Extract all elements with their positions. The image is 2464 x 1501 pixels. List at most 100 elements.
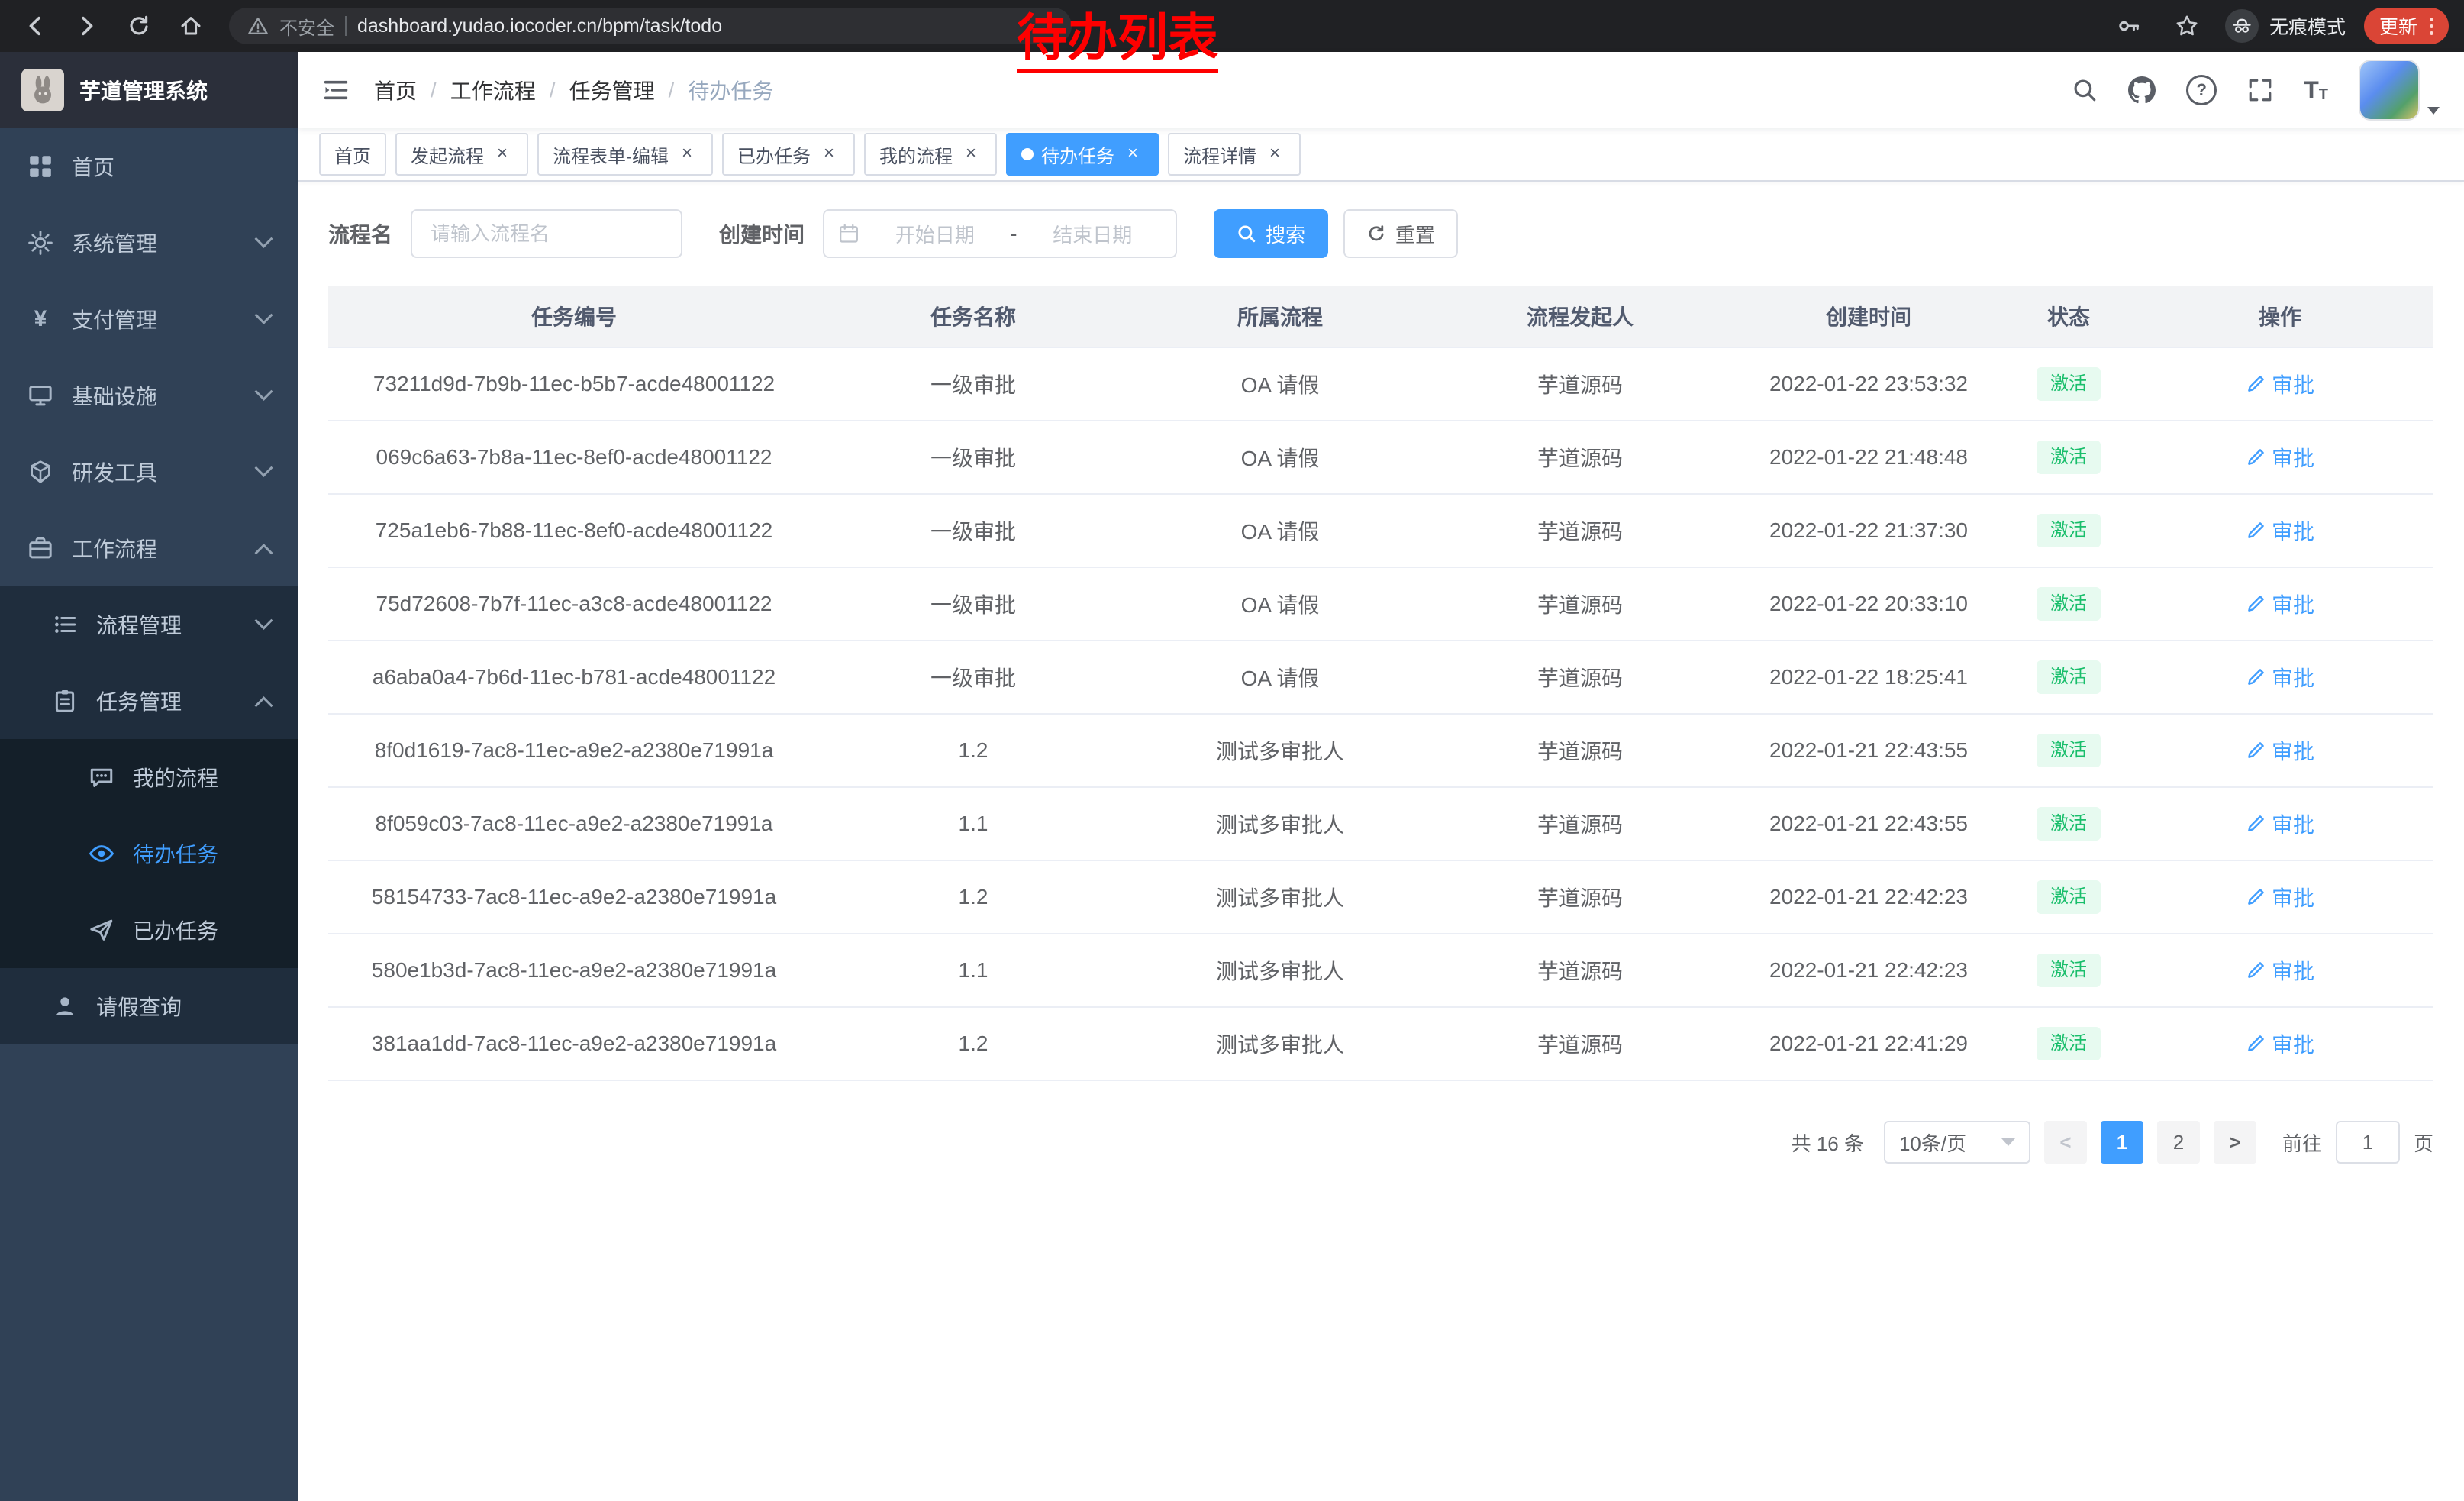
approve-link[interactable]: 审批 [2246, 662, 2314, 692]
chevron-down-icon [254, 458, 273, 476]
table-row: 069c6a63-7b8a-11ec-8ef0-acde48001122 一级审… [328, 421, 2433, 494]
edit-icon [2246, 814, 2266, 834]
cell-created: 2022-01-21 22:41:29 [1727, 1007, 2011, 1080]
header-search-button[interactable] [2072, 77, 2098, 103]
address-bar[interactable]: 不安全 dashboard.yudao.iocoder.cn/bpm/task/… [229, 8, 1072, 44]
search-button[interactable]: 搜索 [1214, 209, 1328, 258]
date-range-picker[interactable]: 开始日期 - 结束日期 [823, 209, 1177, 258]
avatar[interactable] [2359, 60, 2420, 121]
gear-icon [27, 230, 53, 256]
cell-created: 2022-01-21 22:43:55 [1727, 787, 2011, 860]
back-icon [23, 14, 47, 38]
password-key-button[interactable] [2109, 6, 2149, 46]
breadcrumb-task-mgmt[interactable]: 任务管理 [569, 75, 655, 105]
user-menu[interactable] [2359, 60, 2440, 121]
sidebar-item-workflow[interactable]: 工作流程 [0, 510, 298, 586]
sidebar-item-todo-tasks[interactable]: 待办任务 [0, 815, 298, 892]
tab-my-process[interactable]: 我的流程 [864, 133, 997, 176]
sidebar-item-leave-query[interactable]: 请假查询 [0, 968, 298, 1044]
approve-link[interactable]: 审批 [2246, 735, 2314, 766]
edit-icon [2246, 741, 2266, 760]
back-button[interactable] [15, 6, 55, 46]
goto-page-input[interactable] [2336, 1121, 2400, 1164]
cell-task-id: 58154733-7ac8-11ec-a9e2-a2380e71991a [328, 860, 820, 934]
breadcrumb-workflow[interactable]: 工作流程 [450, 75, 536, 105]
reset-button[interactable]: 重置 [1343, 209, 1458, 258]
close-icon[interactable] [1264, 144, 1285, 165]
process-name-input[interactable] [411, 209, 682, 258]
close-icon[interactable] [1122, 144, 1143, 165]
approve-link[interactable]: 审批 [2246, 809, 2314, 839]
cell-process: 测试多审批人 [1127, 1007, 1434, 1080]
tab-start-process[interactable]: 发起流程 [395, 133, 528, 176]
close-icon[interactable] [960, 144, 982, 165]
sidebar-item-home[interactable]: 首页 [0, 128, 298, 205]
update-button[interactable]: 更新 [2364, 8, 2449, 44]
approve-link[interactable]: 审批 [2246, 515, 2314, 546]
sidebar-item-infra[interactable]: 基础设施 [0, 357, 298, 434]
forward-button[interactable] [67, 6, 107, 46]
approve-link[interactable]: 审批 [2246, 442, 2314, 473]
table-row: 725a1eb6-7b88-11ec-8ef0-acde48001122 一级审… [328, 494, 2433, 567]
page-size-select[interactable]: 10条/页 [1884, 1121, 2030, 1164]
approve-link[interactable]: 审批 [2246, 589, 2314, 619]
cell-task-id: 8f0d1619-7ac8-11ec-a9e2-a2380e71991a [328, 714, 820, 787]
sidebar-item-my-process[interactable]: 我的流程 [0, 739, 298, 815]
cell-task-name: 1.2 [820, 1007, 1127, 1080]
eye-icon [89, 841, 114, 867]
status-badge: 激活 [2037, 660, 2101, 693]
close-icon[interactable] [818, 144, 840, 165]
cell-initiator: 芋道源码 [1434, 494, 1727, 567]
github-button[interactable] [2128, 76, 2156, 104]
page-button-2[interactable]: 2 [2157, 1121, 2200, 1164]
cell-initiator: 芋道源码 [1434, 1007, 1727, 1080]
sidebar-collapse-button[interactable] [322, 76, 350, 104]
approve-link[interactable]: 审批 [2246, 369, 2314, 399]
start-date-placeholder: 开始日期 [866, 220, 1005, 248]
sidebar-item-payment[interactable]: ¥ 支付管理 [0, 281, 298, 357]
tab-form-edit[interactable]: 流程表单-编辑 [537, 133, 713, 176]
docs-help-button[interactable]: ? [2186, 75, 2217, 105]
chevron-down-icon [254, 305, 273, 324]
col-task-name: 任务名称 [820, 286, 1127, 347]
approve-link[interactable]: 审批 [2246, 955, 2314, 986]
tab-home[interactable]: 首页 [319, 133, 386, 176]
close-icon[interactable] [676, 144, 698, 165]
col-created: 创建时间 [1727, 286, 2011, 347]
tab-done-tasks[interactable]: 已办任务 [722, 133, 855, 176]
col-task-id: 任务编号 [328, 286, 820, 347]
approve-link[interactable]: 审批 [2246, 1028, 2314, 1059]
close-icon[interactable] [492, 144, 513, 165]
cell-initiator: 芋道源码 [1434, 421, 1727, 494]
app-title: 芋道管理系统 [79, 75, 208, 105]
cell-task-name: 1.2 [820, 860, 1127, 934]
home-button[interactable] [171, 6, 211, 46]
bookmark-star-button[interactable] [2167, 6, 2207, 46]
cell-created: 2022-01-22 18:25:41 [1727, 641, 2011, 714]
table-row: 381aa1dd-7ac8-11ec-a9e2-a2380e71991a 1.2… [328, 1007, 2433, 1080]
sidebar-item-done-tasks[interactable]: 已办任务 [0, 892, 298, 968]
page-button-1[interactable]: 1 [2101, 1121, 2143, 1164]
reload-button[interactable] [119, 6, 159, 46]
url-text: dashboard.yudao.iocoder.cn/bpm/task/todo [357, 15, 722, 37]
cell-task-name: 1.2 [820, 714, 1127, 787]
sidebar-item-process-mgmt[interactable]: 流程管理 [0, 586, 298, 663]
next-page-button[interactable] [2214, 1121, 2256, 1164]
sidebar-item-task-mgmt[interactable]: 任务管理 [0, 663, 298, 739]
cell-task-name: 一级审批 [820, 494, 1127, 567]
omnibox-divider [345, 16, 347, 36]
fullscreen-button[interactable] [2247, 77, 2273, 103]
font-size-button[interactable]: TT [2304, 78, 2328, 102]
prev-page-button[interactable] [2044, 1121, 2087, 1164]
browser-window: 不安全 dashboard.yudao.iocoder.cn/bpm/task/… [0, 0, 2464, 1501]
app-logo[interactable]: 芋道管理系统 [0, 52, 298, 128]
status-badge: 激活 [2037, 514, 2101, 547]
cell-process: 测试多审批人 [1127, 934, 1434, 1007]
browser-menu-icon[interactable] [2430, 18, 2433, 35]
approve-link[interactable]: 审批 [2246, 882, 2314, 912]
sidebar-item-devtools[interactable]: 研发工具 [0, 434, 298, 510]
breadcrumb-home[interactable]: 首页 [374, 75, 417, 105]
tab-todo-tasks[interactable]: 待办任务 [1006, 133, 1159, 176]
sidebar-item-system[interactable]: 系统管理 [0, 205, 298, 281]
tab-process-detail[interactable]: 流程详情 [1168, 133, 1301, 176]
